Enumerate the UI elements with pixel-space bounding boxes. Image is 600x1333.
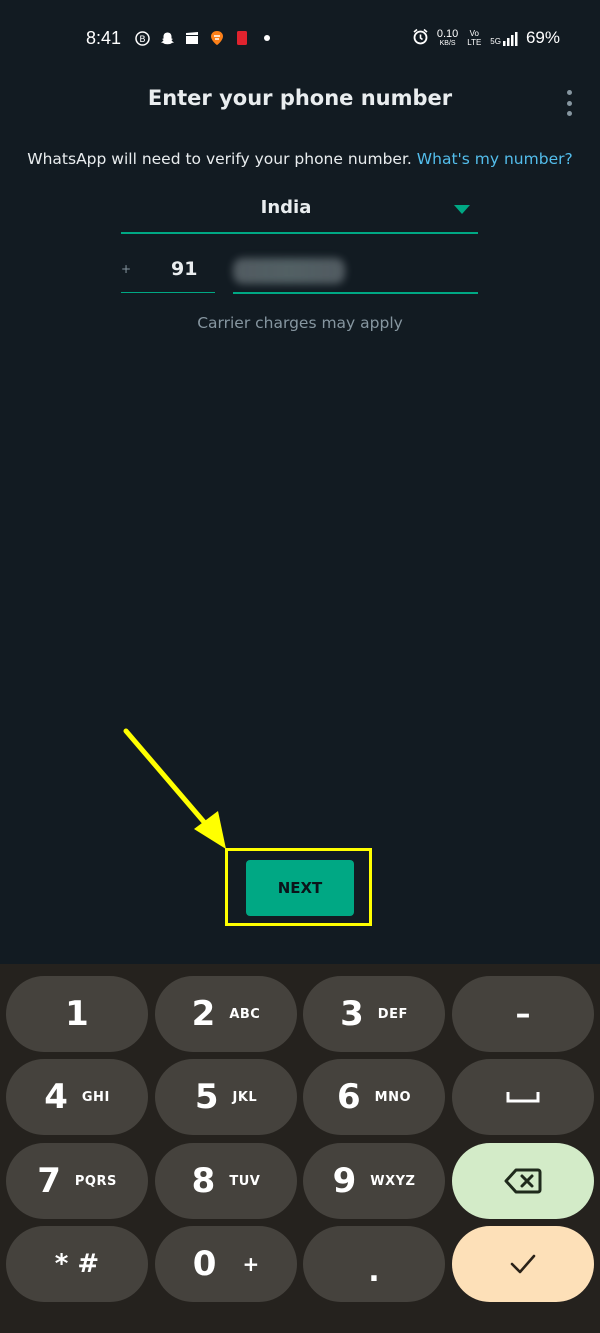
- key-9-letters: WXYZ: [370, 1173, 416, 1189]
- country-name: India: [260, 197, 312, 218]
- key-9-digit: 9: [332, 1161, 357, 1201]
- network-speed: 0.10 KB/S: [436, 27, 459, 48]
- key-8[interactable]: 8 TUV: [155, 1143, 297, 1219]
- key-2-digit: 2: [191, 994, 216, 1034]
- key-dot[interactable]: .: [303, 1226, 445, 1302]
- key-star-hash[interactable]: * #: [6, 1226, 148, 1302]
- annotation-arrow-icon: [123, 728, 226, 849]
- signal-label: 5G: [490, 36, 501, 46]
- system-icons: 0.10 KB/S Vo LTE 5G 69%: [412, 28, 560, 48]
- key-9[interactable]: 9 WXYZ: [303, 1143, 445, 1219]
- b-circle-icon: B: [134, 30, 150, 46]
- key-3-letters: DEF: [377, 1006, 408, 1022]
- key-0-digit: 0: [192, 1244, 217, 1284]
- key-5-letters: JKL: [232, 1089, 258, 1105]
- status-bar: 8:41 B 0.10 KB/S Vo LTE 5G 69%: [0, 0, 600, 80]
- key-1[interactable]: 1: [6, 976, 148, 1052]
- key-dash[interactable]: –: [452, 976, 594, 1052]
- key-6-digit: 6: [336, 1077, 361, 1117]
- alarm-icon: [412, 28, 429, 48]
- notification-icons: B: [134, 30, 275, 46]
- status-time: 8:41: [86, 28, 122, 48]
- key-6-letters: MNO: [374, 1089, 412, 1105]
- key-3-digit: 3: [340, 994, 364, 1034]
- key-4[interactable]: 4 GHI: [6, 1059, 148, 1135]
- key-6[interactable]: 6 MNO: [303, 1059, 445, 1135]
- backspace-icon: [504, 1168, 542, 1194]
- page-title: Enter your phone number: [147, 86, 453, 110]
- key-8-digit: 8: [191, 1161, 216, 1201]
- key-0-plus: +: [242, 1252, 260, 1276]
- key-2[interactable]: 2 ABC: [155, 976, 297, 1052]
- plus-sign: +: [121, 262, 132, 276]
- key-dash-label: –: [515, 996, 531, 1032]
- clapperboard-icon: [184, 30, 200, 46]
- key-3[interactable]: 3 DEF: [303, 976, 445, 1052]
- key-8-letters: TUV: [229, 1173, 261, 1189]
- next-button[interactable]: NEXT: [246, 860, 354, 916]
- done-key[interactable]: [452, 1226, 594, 1302]
- key-dot-label: .: [368, 1253, 380, 1289]
- network-speed-value: 0.10: [436, 27, 459, 40]
- key-5-digit: 5: [194, 1077, 219, 1117]
- key-space[interactable]: [452, 1059, 594, 1135]
- key-4-digit: 4: [44, 1077, 68, 1117]
- numeric-keypad: 1 2 ABC 3 DEF – 4 GHI 5 JKL 6 MNO 7 PQRS…: [0, 964, 600, 1333]
- more-options-icon[interactable]: [564, 90, 574, 116]
- verify-text: WhatsApp will need to verify your phone …: [27, 150, 412, 168]
- key-4-letters: GHI: [81, 1089, 110, 1105]
- country-code-value: 91: [171, 258, 198, 280]
- carrier-charges-note: Carrier charges may apply: [197, 314, 403, 332]
- blurred-phone-number: [233, 258, 345, 284]
- more-notifications-dot-icon: [259, 30, 275, 46]
- verify-message: WhatsApp will need to verify your phone …: [0, 150, 600, 168]
- key-7[interactable]: 7 PQRS: [6, 1143, 148, 1219]
- phone-number-input[interactable]: [233, 252, 478, 294]
- dropdown-arrow-icon: [454, 205, 470, 214]
- whats-my-number-link[interactable]: What's my number?: [417, 150, 573, 168]
- key-2-letters: ABC: [229, 1006, 261, 1022]
- swiggy-icon: [209, 30, 225, 46]
- key-0[interactable]: 0 +: [155, 1226, 297, 1302]
- key-7-letters: PQRS: [74, 1173, 117, 1189]
- volte-label: Vo LTE: [467, 29, 482, 47]
- key-star-hash-label: * #: [54, 1249, 100, 1279]
- network-speed-unit: KB/S: [439, 39, 456, 47]
- signal-icon: 5G: [490, 31, 518, 46]
- battery-percent: 69%: [525, 28, 560, 47]
- svg-text:B: B: [139, 35, 145, 45]
- snapchat-icon: [159, 30, 175, 46]
- country-code-input[interactable]: + 91: [121, 252, 215, 293]
- red-book-icon: [234, 30, 250, 46]
- key-7-digit: 7: [37, 1161, 61, 1201]
- country-selector[interactable]: India: [121, 190, 478, 234]
- space-icon: [506, 1092, 540, 1103]
- check-icon: [510, 1254, 536, 1274]
- key-5[interactable]: 5 JKL: [155, 1059, 297, 1135]
- key-1-digit: 1: [65, 994, 89, 1034]
- backspace-key[interactable]: [452, 1143, 594, 1219]
